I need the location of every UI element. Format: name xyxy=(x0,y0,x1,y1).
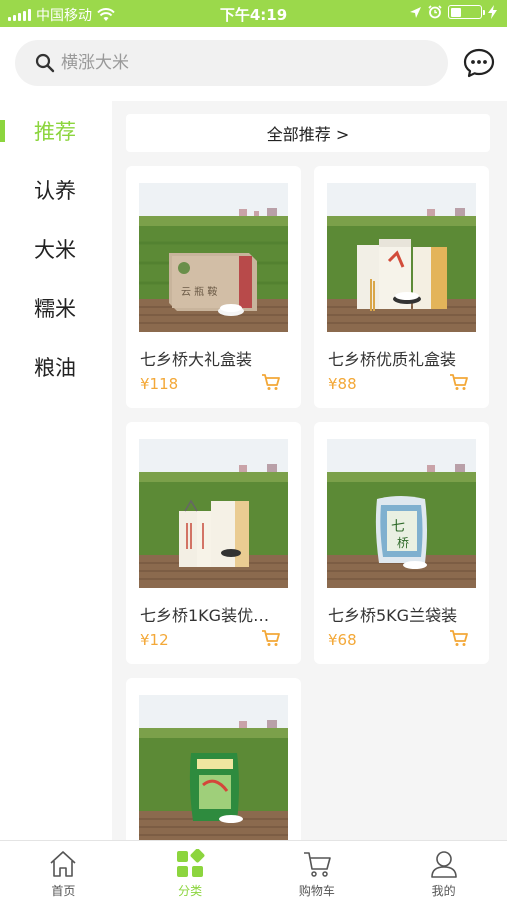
add-to-cart-icon[interactable] xyxy=(261,373,281,391)
product-area: 全部推荐 > 云 瓶 鞍 七乡桥大礼盒装 ¥118 七乡桥优质礼盒装 ¥88 七… xyxy=(112,101,507,841)
tab-home[interactable]: 首页 xyxy=(0,841,127,900)
location-icon xyxy=(410,6,421,18)
tab-label: 首页 xyxy=(51,884,76,898)
product-price: ¥88 xyxy=(328,375,357,393)
search-bar[interactable] xyxy=(15,40,448,86)
product-card[interactable] xyxy=(126,678,301,841)
alarm-icon xyxy=(428,5,442,19)
product-image xyxy=(327,183,476,332)
product-name: 七乡桥5KG兰袋装 xyxy=(328,606,458,625)
category-sidebar: 推荐 认养 大米 糯米 粮油 xyxy=(0,101,112,841)
product-price: ¥68 xyxy=(328,631,357,649)
product-price: ¥118 xyxy=(140,375,179,393)
add-to-cart-icon[interactable] xyxy=(449,629,469,647)
tab-label: 购物车 xyxy=(298,884,335,898)
tab-label: 分类 xyxy=(178,884,203,898)
all-recommend-button[interactable]: 全部推荐 > xyxy=(126,114,490,152)
tab-label: 我的 xyxy=(431,884,456,898)
category-grain-oil[interactable]: 粮油 xyxy=(0,337,112,396)
product-card[interactable]: 七 桥 七乡桥5KG兰袋装 ¥68 xyxy=(314,422,489,664)
product-card[interactable]: 云 瓶 鞍 七乡桥大礼盒装 ¥118 xyxy=(126,166,301,408)
product-card[interactable]: 七乡桥优质礼盒装 ¥88 xyxy=(314,166,489,408)
category-glutinous-rice[interactable]: 糯米 xyxy=(0,278,112,337)
product-name: 七乡桥优质礼盒装 xyxy=(328,350,457,369)
product-name: 七乡桥1KG装优… xyxy=(140,606,270,625)
category-label: 粮油 xyxy=(34,355,76,380)
search-input[interactable] xyxy=(61,53,421,73)
category-label: 糯米 xyxy=(34,296,76,321)
battery-icon xyxy=(448,5,485,19)
header xyxy=(0,27,507,101)
category-rice[interactable]: 大米 xyxy=(0,219,112,278)
status-bar: 中国移动 下午4:19 xyxy=(0,0,507,27)
product-name: 七乡桥大礼盒装 xyxy=(140,350,253,369)
product-image xyxy=(139,439,288,588)
status-right xyxy=(409,5,497,19)
category-adopt[interactable]: 认养 xyxy=(0,160,112,219)
search-icon xyxy=(35,53,55,73)
add-to-cart-icon[interactable] xyxy=(261,629,281,647)
message-icon[interactable] xyxy=(463,47,495,79)
svg-text:云 瓶 鞍: 云 瓶 鞍 xyxy=(181,285,217,298)
user-icon xyxy=(430,851,457,878)
tab-category[interactable]: 分类 xyxy=(127,841,254,900)
product-card[interactable]: 七乡桥1KG装优… ¥12 xyxy=(126,422,301,664)
charging-icon xyxy=(488,5,497,19)
category-label: 大米 xyxy=(34,237,76,262)
tab-me[interactable]: 我的 xyxy=(380,841,507,900)
category-recommend[interactable]: 推荐 xyxy=(0,101,112,160)
tab-bar: 首页 分类 购物车 我的 xyxy=(0,840,507,900)
add-to-cart-icon[interactable] xyxy=(449,373,469,391)
svg-text:七: 七 xyxy=(391,519,405,535)
product-price: ¥12 xyxy=(140,631,169,649)
category-icon xyxy=(177,849,205,877)
product-image: 云 瓶 鞍 xyxy=(139,183,288,332)
product-image: 七 桥 xyxy=(327,439,476,588)
tab-cart[interactable]: 购物车 xyxy=(254,841,381,900)
cart-icon xyxy=(303,852,331,877)
category-label: 认养 xyxy=(34,178,76,203)
category-label: 推荐 xyxy=(34,119,76,144)
product-image xyxy=(139,695,288,841)
svg-text:桥: 桥 xyxy=(397,536,409,550)
home-icon xyxy=(50,851,76,877)
